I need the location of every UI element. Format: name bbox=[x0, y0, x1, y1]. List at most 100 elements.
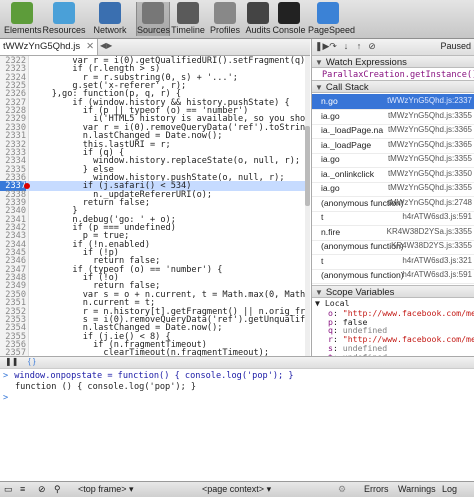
frame-location[interactable]: tMWzYnG5Qhd.js:3355 bbox=[388, 154, 472, 163]
timeline-icon bbox=[177, 2, 199, 24]
call-stack-header[interactable]: ▼ Call Stack bbox=[312, 80, 474, 93]
watch-title: Watch Expressions bbox=[325, 57, 407, 68]
settings-icon[interactable]: ⚙ bbox=[338, 484, 346, 495]
audits-icon bbox=[247, 2, 269, 24]
tab-elements[interactable]: Elements bbox=[4, 2, 42, 36]
console-icon bbox=[278, 2, 300, 24]
tab-label: Sources bbox=[137, 25, 171, 35]
frame-location[interactable]: tWWzYnG5Qhd.js:2337 bbox=[387, 96, 472, 105]
frame-function: t bbox=[321, 212, 324, 222]
profiles-icon bbox=[214, 2, 236, 24]
console-text: window.onpopstate = function() { console… bbox=[14, 371, 294, 381]
prompt-icon: > bbox=[3, 393, 9, 403]
filter-logs[interactable]: Log bbox=[442, 484, 457, 494]
watch-expression[interactable]: ParallaxCreation.getInstance(). bbox=[322, 70, 474, 80]
tab-label: Console bbox=[272, 25, 306, 35]
pause-on-exceptions-icon[interactable]: ❚❚ bbox=[5, 357, 18, 366]
source-tabbar: tWWzYnG5Qhd.js ✕ ◀▶ bbox=[0, 39, 310, 56]
tab-console[interactable]: Console bbox=[272, 2, 306, 36]
tab-label: Resources bbox=[42, 25, 86, 35]
frame-location[interactable]: KR4W38D2YS.js:3355 bbox=[391, 241, 472, 250]
resume-icon[interactable]: ❚▶ bbox=[315, 41, 329, 52]
frame-function: t bbox=[321, 255, 324, 266]
frame-location[interactable]: tMWzYnG5Qhd.js:3365 bbox=[388, 140, 472, 149]
console-text: function () { console.log('pop'); } bbox=[15, 382, 197, 392]
frame-function: ia.go bbox=[321, 110, 340, 121]
frame-function: ia.go bbox=[321, 183, 340, 193]
frame-location[interactable]: h4rATW6sd3.js:321 bbox=[402, 256, 472, 265]
console-line: > window.onpopstate = function() { consol… bbox=[3, 371, 294, 381]
frame-location[interactable]: tMWzYnG5Qhd.js:3355 bbox=[388, 183, 472, 192]
call-frame[interactable]: (anonymous function) h4rATW6sd3.js:591 bbox=[312, 268, 474, 284]
filter-errors[interactable]: Errors bbox=[364, 484, 389, 494]
tab-audits[interactable]: Audits bbox=[244, 2, 272, 36]
local-label: Local bbox=[324, 298, 350, 308]
tab-profiles[interactable]: Profiles bbox=[208, 2, 242, 36]
tab-pagespeed[interactable]: PageSpeed bbox=[308, 2, 356, 36]
frame-function: ia._loadPage.na bbox=[321, 125, 384, 135]
tab-label: Profiles bbox=[209, 25, 240, 35]
tab-label: PageSpeed bbox=[308, 25, 356, 35]
editor-scrollbar[interactable] bbox=[305, 56, 310, 356]
expanded-triangle-icon: ▼ bbox=[315, 298, 325, 308]
frame-function: n.fire bbox=[321, 226, 341, 237]
step-into-icon[interactable]: ↓ bbox=[341, 41, 351, 52]
sources-icon bbox=[142, 2, 164, 24]
frame-location[interactable]: tMWzYnG5Qhd.js:2748 bbox=[388, 198, 472, 207]
network-icon bbox=[99, 2, 121, 24]
devtools-toolbar: Elements Resources Network Sources Timeline P… bbox=[0, 0, 474, 39]
tab-timeline[interactable]: Timeline bbox=[170, 2, 206, 36]
console-output[interactable]: > window.onpopstate = function() { consol… bbox=[0, 368, 474, 480]
frame-function: ia.go bbox=[321, 154, 340, 164]
frame-location[interactable]: tMWzYnG5Qhd.js:3365 bbox=[388, 125, 472, 134]
local-scope-label[interactable]: ▼ Local bbox=[315, 299, 350, 308]
frame-location[interactable]: tMWzYnG5Qhd.js:3355 bbox=[388, 111, 472, 120]
status-bar: ▭ ≡ ⊘ ⚲ <top frame> ▾ <page context> ▾ ⚙… bbox=[0, 481, 474, 497]
tab-label: Elements bbox=[4, 25, 42, 35]
console-line: function () { console.log('pop'); } bbox=[3, 382, 196, 392]
prompt-icon: > bbox=[3, 371, 9, 381]
frame-selector-label: <top frame> bbox=[78, 484, 127, 494]
step-out-icon[interactable]: ↑ bbox=[354, 41, 364, 52]
filter-warnings[interactable]: Warnings bbox=[398, 484, 436, 494]
frame-function: (anonymous function) bbox=[321, 270, 404, 280]
frame-function: n.go bbox=[321, 96, 338, 106]
tab-label: Timeline bbox=[171, 25, 205, 35]
tab-label: Network bbox=[93, 25, 127, 35]
frame-selector[interactable]: <top frame> ▾ bbox=[78, 484, 134, 495]
file-tab-label: tWWzYnG5Qhd.js bbox=[3, 41, 81, 52]
tab-label: Audits bbox=[245, 25, 271, 35]
line-number[interactable]: 2357 bbox=[0, 348, 26, 356]
clear-icon[interactable]: ⊘ bbox=[38, 484, 46, 495]
scrollbar-thumb[interactable] bbox=[305, 126, 310, 206]
dock-icon[interactable]: ▭ bbox=[4, 484, 13, 495]
frame-location[interactable]: KR4W38D2YSa.js:3355 bbox=[387, 227, 472, 236]
scope-variables-header[interactable]: ▼ Scope Variables bbox=[312, 285, 474, 298]
breakpoint-icon[interactable] bbox=[24, 183, 30, 190]
tab-network[interactable]: Network bbox=[88, 2, 132, 36]
console-toggle-icon[interactable]: { } bbox=[28, 357, 36, 366]
tab-resources[interactable]: Resources bbox=[42, 2, 86, 36]
call-stack-title: Call Stack bbox=[325, 82, 369, 93]
tab-sources[interactable]: Sources bbox=[136, 2, 170, 36]
debugger-sidebar: ❚▶ ↷ ↓ ↑ ⊘ Paused ▼ Watch Expressions Par… bbox=[311, 39, 474, 356]
context-selector[interactable]: <page context> ▾ bbox=[202, 484, 271, 495]
frame-location[interactable]: h4rATW6sd3.js:591 bbox=[402, 270, 472, 279]
code-editor[interactable]: 2322 var r = i(0).getQualifiedURI().setF… bbox=[0, 56, 310, 356]
code-text: clearTimeout(n.fragmentTimeout); bbox=[31, 348, 269, 356]
filter-icon[interactable]: ⚲ bbox=[54, 484, 61, 495]
code-line[interactable]: 2357 clearTimeout(n.fragmentTimeout); bbox=[0, 348, 310, 356]
pagespeed-icon bbox=[317, 2, 339, 24]
console-icon[interactable]: ≡ bbox=[20, 484, 25, 494]
console-line: > bbox=[3, 393, 14, 403]
frame-location[interactable]: h4rATW6sd3.js:591 bbox=[402, 212, 472, 221]
tab-scroll-arrows-icon[interactable]: ◀▶ bbox=[100, 41, 112, 50]
frame-function: ia._onlinkclick bbox=[321, 168, 375, 179]
frame-location[interactable]: tMWzYnG5Qhd.js:3350 bbox=[388, 169, 472, 178]
close-icon[interactable]: ✕ bbox=[86, 41, 94, 52]
file-tab[interactable]: tWWzYnG5Qhd.js ✕ bbox=[0, 39, 99, 55]
scope-title: Scope Variables bbox=[325, 287, 395, 298]
deactivate-breakpoints-icon[interactable]: ⊘ bbox=[367, 41, 377, 52]
step-over-icon[interactable]: ↷ bbox=[328, 41, 338, 52]
watch-expressions-header[interactable]: ▼ Watch Expressions bbox=[312, 55, 474, 68]
